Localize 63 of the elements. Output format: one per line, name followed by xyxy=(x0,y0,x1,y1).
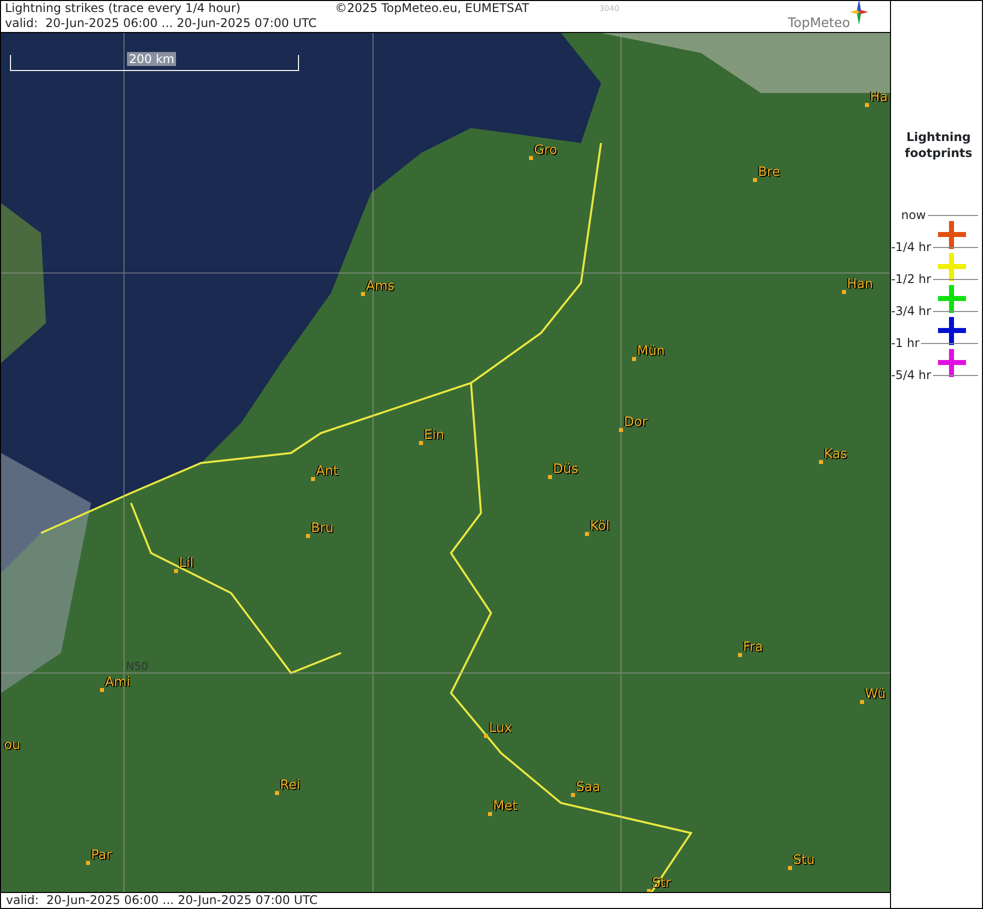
city-marker xyxy=(86,860,90,865)
city-label: Fra xyxy=(743,640,763,655)
legend-tick-label: -1/4 hr xyxy=(891,239,932,256)
city-marker xyxy=(788,866,792,870)
city-marker xyxy=(619,428,623,432)
city-label: Kas xyxy=(824,446,848,462)
city-marker xyxy=(842,290,846,294)
city-label: Met xyxy=(493,798,518,814)
city-label: Köl xyxy=(590,518,610,534)
city-marker xyxy=(419,440,423,445)
city-label: Han xyxy=(847,276,873,292)
city-label: Bre xyxy=(758,164,780,180)
city-marker xyxy=(100,688,104,692)
city-marker xyxy=(647,888,651,892)
city-marker xyxy=(585,532,589,536)
legend-tick-label: -5/4 hr xyxy=(891,367,932,384)
grid-label: N50 xyxy=(126,658,148,674)
city-marker xyxy=(819,460,823,464)
topmeteo-logo: TopMeteo xyxy=(788,0,868,31)
city-marker xyxy=(860,700,864,704)
city-label: Bru xyxy=(311,520,334,536)
city-marker xyxy=(548,474,552,479)
valid-time: valid: 20-Jun-2025 06:00 ... 20-Jun-2025 07:00 UTC xyxy=(6,893,318,908)
city-label: Ha xyxy=(870,90,888,105)
city-marker xyxy=(571,792,575,797)
scale-label: 200 km xyxy=(127,52,176,66)
city-label: Wü xyxy=(865,686,886,702)
city-marker xyxy=(753,178,757,182)
city-label: Ams xyxy=(366,278,394,294)
city-label: Stu xyxy=(793,852,815,868)
city-marker xyxy=(529,156,533,160)
city-marker xyxy=(484,734,488,738)
map-code: 3040 xyxy=(599,3,620,15)
legend-tick-label: -1/2 hr xyxy=(891,271,932,288)
city-label: Rei xyxy=(280,778,300,793)
city-marker xyxy=(738,652,742,657)
city-label: Par xyxy=(91,848,112,863)
city-label: Ami xyxy=(105,674,130,690)
city-marker xyxy=(174,568,178,573)
city-marker xyxy=(361,292,365,296)
city-label: Saa xyxy=(576,780,600,795)
city-label: Ant xyxy=(316,464,338,479)
city-marker xyxy=(865,102,869,107)
map-title: Lightning strikes (trace every 1/4 hour) xyxy=(5,1,242,16)
city-marker xyxy=(632,356,636,361)
legend-tick-label: -3/4 hr xyxy=(891,303,932,320)
city-marker xyxy=(488,812,492,816)
legend-tick-label: now xyxy=(901,207,926,224)
city-label: Düs xyxy=(553,462,578,477)
legend-tick-label: -1 hr xyxy=(891,335,920,352)
city-label: Gro xyxy=(534,142,558,158)
legend-title: Lightning footprints xyxy=(904,129,974,161)
city-label: Lux xyxy=(489,720,512,736)
city-label: Dor xyxy=(624,414,648,430)
city-marker xyxy=(311,476,315,481)
city-label: Mün xyxy=(637,344,665,359)
city-label: Ein xyxy=(424,428,444,443)
valid-time: valid: 20-Jun-2025 06:00 ... 20-Jun-2025 07:00 UTC xyxy=(5,16,317,31)
city-marker xyxy=(275,790,279,795)
city-marker xyxy=(306,534,310,538)
copyright-text: ©2025 TopMeteo.eu, EUMETSAT xyxy=(335,1,530,16)
city-label: ou xyxy=(4,738,20,753)
city-label: Lil xyxy=(179,556,194,571)
